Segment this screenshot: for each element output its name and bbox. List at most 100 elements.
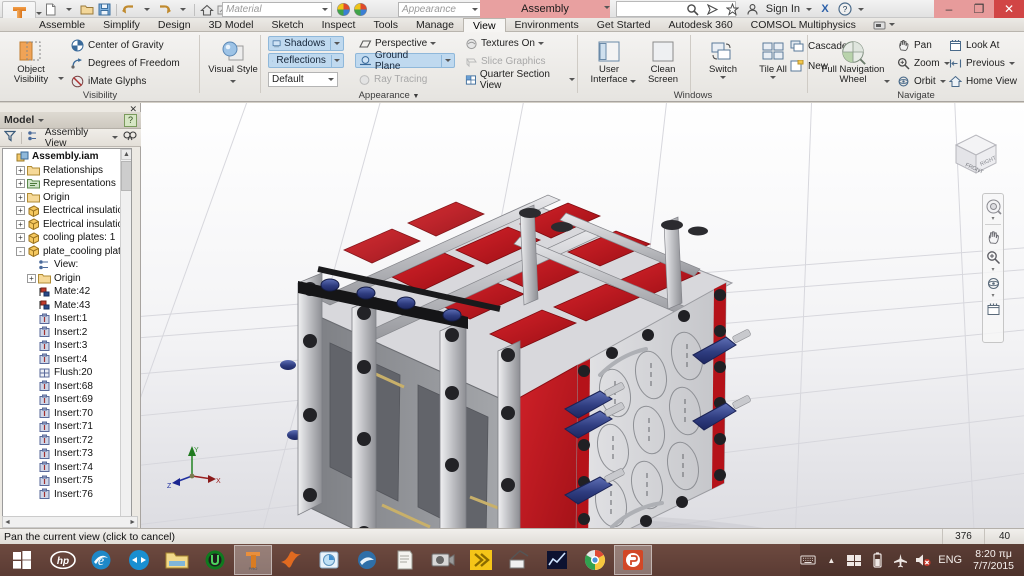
- sign-in-caret[interactable]: [806, 7, 812, 11]
- tree-expander[interactable]: +: [16, 233, 25, 243]
- taskbar-item-powerpoint[interactable]: [614, 545, 652, 575]
- taskbar-item-teamviewer[interactable]: [120, 545, 158, 575]
- tree-node[interactable]: + Representations: [3, 177, 121, 191]
- tree-expander[interactable]: +: [16, 165, 25, 175]
- taskbar-item-file-explorer[interactable]: [158, 545, 196, 575]
- material-combo[interactable]: Material: [222, 2, 332, 17]
- tree-node[interactable]: Assembly.iam: [3, 150, 121, 164]
- tree-node[interactable]: Insert:2: [3, 326, 121, 340]
- tree-scroll-right-arrow[interactable]: ►: [129, 519, 136, 526]
- taskbar-item-utorrent[interactable]: [196, 545, 234, 575]
- document-tab-assembly[interactable]: Assembly: [480, 0, 610, 18]
- tree-scroll-thumb[interactable]: [121, 161, 131, 191]
- tree-node[interactable]: View:: [3, 258, 121, 272]
- ribbon-tab-environments[interactable]: Environments: [506, 18, 588, 32]
- help-icon[interactable]: ?: [838, 2, 852, 16]
- view-capture-icon[interactable]: [873, 20, 895, 30]
- favorites-star-icon[interactable]: [726, 2, 740, 16]
- tree-scroll-up-arrow[interactable]: ▲: [121, 149, 131, 160]
- ribbon-tab-get-started[interactable]: Get Started: [588, 18, 660, 32]
- shadows-caret[interactable]: [334, 42, 340, 45]
- taskbar-item-analysis[interactable]: [538, 545, 576, 575]
- reflections-caret[interactable]: [334, 59, 340, 62]
- look-at-item[interactable]: Look At: [948, 37, 1017, 53]
- object-visibility-button[interactable]: Object Visibility: [4, 36, 58, 85]
- tree-node[interactable]: - plate_cooling plate: 1: [3, 245, 131, 259]
- taskbar-item-forward[interactable]: [462, 545, 500, 575]
- maximize-button[interactable]: ❐: [964, 0, 994, 18]
- ribbon-tab-view[interactable]: View: [462, 17, 506, 32]
- tree-node[interactable]: Insert:1: [3, 312, 121, 326]
- visual-style-dropdown[interactable]: Default: [268, 72, 338, 87]
- model-tree[interactable]: Assembly.iam + Relationships + Representatio…: [2, 148, 132, 576]
- tree-node[interactable]: Mate:43: [3, 299, 121, 313]
- ribbon-tab-autodesk-360[interactable]: Autodesk 360: [659, 18, 741, 32]
- home-view-item[interactable]: Home View: [948, 73, 1017, 89]
- tree-scroll-left-arrow[interactable]: ◄: [4, 519, 11, 526]
- undo-icon[interactable]: [120, 2, 137, 18]
- open-icon[interactable]: [78, 2, 95, 18]
- tree-node[interactable]: Insert:72: [3, 434, 121, 448]
- tree-node[interactable]: Mate:42: [3, 285, 121, 299]
- visual-style-button[interactable]: Visual Style: [204, 36, 262, 75]
- tree-node[interactable]: + Electrical insulation:2: [3, 218, 131, 232]
- imate-glyphs-item[interactable]: iMate Glyphs: [70, 73, 180, 89]
- ribbon-tab-assemble[interactable]: Assemble: [30, 18, 94, 32]
- tree-horizontal-scrollbar[interactable]: ◄ ►: [2, 516, 138, 528]
- degrees-of-freedom-item[interactable]: Degrees of Freedom: [70, 55, 180, 71]
- tree-expander[interactable]: +: [16, 179, 25, 189]
- minimize-button[interactable]: –: [934, 0, 964, 18]
- ribbon-tab-inspect[interactable]: Inspect: [313, 18, 365, 32]
- panel-title-appearance[interactable]: Appearance ▼: [200, 90, 578, 102]
- tree-node[interactable]: + Origin: [3, 191, 121, 205]
- battery-icon[interactable]: [869, 552, 885, 568]
- ribbon-tab-comsol-multiphysics[interactable]: COMSOL Multiphysics: [742, 18, 865, 32]
- taskbar-item-matlab[interactable]: [272, 545, 310, 575]
- tree-node[interactable]: Insert:70: [3, 407, 121, 421]
- pan-item[interactable]: Pan: [896, 37, 950, 53]
- switch-windows-button[interactable]: Switch: [696, 36, 750, 79]
- full-navigation-wheel-caret[interactable]: [884, 80, 890, 83]
- tree-node[interactable]: Insert:73: [3, 447, 121, 461]
- tree-vertical-scrollbar[interactable]: ▲ ▼: [120, 149, 131, 576]
- redo-caret[interactable]: [174, 2, 191, 18]
- tree-node[interactable]: Insert:76: [3, 488, 121, 502]
- find-icon[interactable]: [123, 130, 137, 145]
- full-navigation-wheel-icon[interactable]: [984, 197, 1002, 215]
- assembly-view-caret[interactable]: [112, 136, 118, 139]
- assembly-view-label[interactable]: Assembly View: [45, 127, 107, 149]
- object-visibility-caret[interactable]: [58, 77, 64, 80]
- tree-expander[interactable]: +: [16, 219, 25, 229]
- tree-node[interactable]: Insert:74: [3, 461, 121, 475]
- 3d-viewport[interactable]: FRONT RIGHT ▾ ▾ ▾ Y X Z: [141, 103, 1024, 528]
- ground-plane-caret[interactable]: [445, 59, 451, 62]
- ribbon-tab-simplify[interactable]: Simplify: [94, 18, 149, 32]
- home-icon[interactable]: [198, 2, 215, 18]
- zoom-item[interactable]: Zoom: [896, 55, 950, 71]
- previous-view-caret[interactable]: [1008, 61, 1015, 65]
- redo-icon[interactable]: [156, 2, 173, 18]
- filter-icon[interactable]: [3, 130, 17, 145]
- look-at-icon[interactable]: [984, 300, 1002, 318]
- ground-plane-toggle[interactable]: Ground Plane: [355, 50, 455, 72]
- tree-node[interactable]: + Relationships: [3, 164, 121, 178]
- center-of-gravity-item[interactable]: Center of Gravity: [70, 37, 180, 53]
- help-caret[interactable]: [858, 7, 864, 11]
- view-cube[interactable]: FRONT RIGHT: [948, 125, 1004, 181]
- shadows-toggle[interactable]: Shadows: [268, 36, 344, 51]
- undo-caret[interactable]: [138, 2, 155, 18]
- close-button[interactable]: ✕: [994, 0, 1024, 18]
- volume-muted-icon[interactable]: [915, 552, 931, 568]
- new-dropdown-caret[interactable]: [60, 2, 77, 18]
- airplane-mode-icon[interactable]: [892, 552, 908, 568]
- tree-node[interactable]: Insert:68: [3, 380, 121, 394]
- tree-node[interactable]: Insert:69: [3, 393, 121, 407]
- language-indicator[interactable]: ENG: [938, 554, 962, 566]
- browser-help-icon[interactable]: ?: [124, 113, 137, 127]
- search-icon[interactable]: [686, 2, 700, 16]
- perspective-caret[interactable]: [430, 42, 437, 45]
- orbit-caret[interactable]: ▾: [991, 293, 994, 299]
- tree-expander[interactable]: +: [16, 192, 25, 202]
- tree-node[interactable]: + Electrical insulation: 1: [3, 204, 131, 218]
- zoom-icon[interactable]: [984, 248, 1002, 266]
